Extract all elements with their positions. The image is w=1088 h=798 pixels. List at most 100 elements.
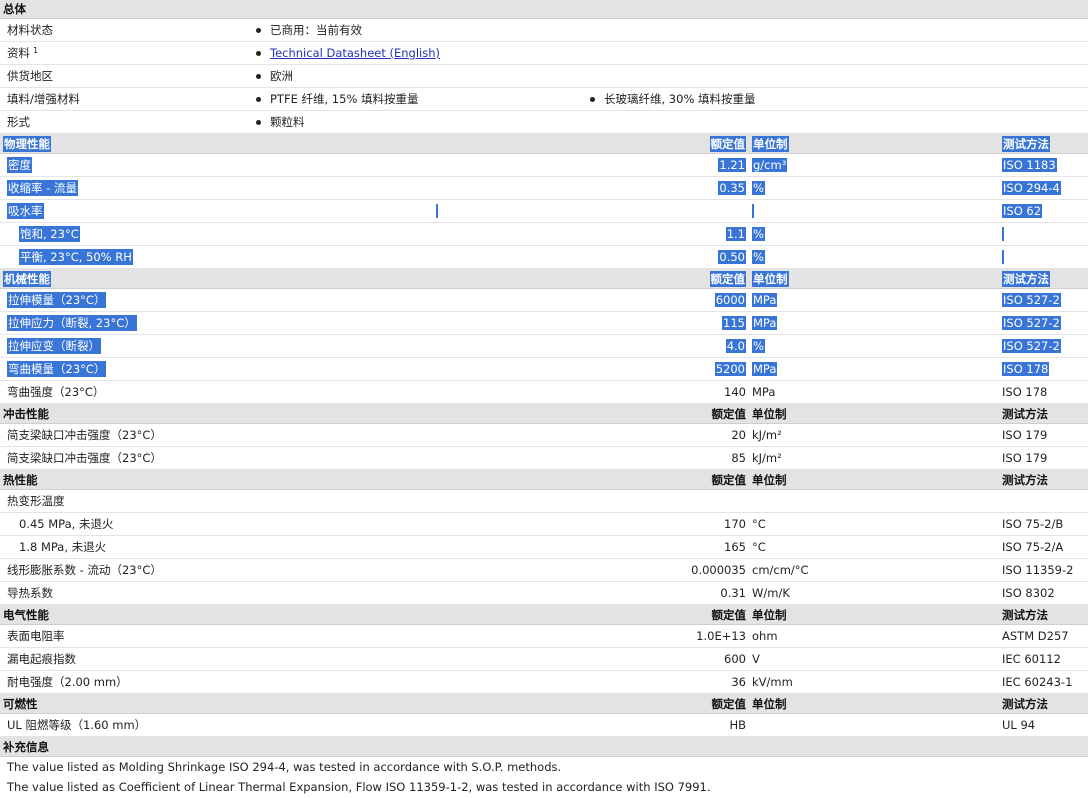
property-test-cell: ISO 527-2 xyxy=(1002,335,1061,357)
property-unit-cell: ohm xyxy=(752,625,778,647)
property-name-cell: 1.8 MPa, 未退火 xyxy=(19,536,106,558)
property-test: ISO 179 xyxy=(1002,451,1048,465)
test-header-cell: 测试方法 xyxy=(1002,134,1050,153)
general-label: 形式 xyxy=(7,111,30,133)
property-value: 0.50 xyxy=(718,250,746,264)
section-title-cell: 可燃性 xyxy=(3,694,38,713)
property-name: 平衡, 23°C, 50% RH xyxy=(19,249,133,265)
property-test: ISO 294-4 xyxy=(1002,181,1061,195)
property-value-cell: 85 xyxy=(731,447,746,469)
selection-marker xyxy=(1002,227,1004,241)
property-value-cell: 0.31 xyxy=(720,582,746,604)
property-test: ISO 8302 xyxy=(1002,586,1055,600)
section-header: 可燃性 额定值 单位制 测试方法 xyxy=(0,694,1088,714)
property-row: 弯曲强度（23°C） 140 MPa ISO 178 xyxy=(0,381,1088,404)
value-header-cell: 额定值 xyxy=(709,269,746,288)
property-row: 平衡, 23°C, 50% RH 0.50% xyxy=(0,246,1088,269)
property-value: 6000 xyxy=(714,293,746,307)
notes-list: The value listed as Molding Shrinkage IS… xyxy=(0,757,1088,797)
property-name-cell: 导热系数 xyxy=(7,582,53,604)
test-header: 测试方法 xyxy=(1002,135,1050,152)
section-title: 可燃性 xyxy=(3,696,38,711)
bullet-icon xyxy=(256,50,261,56)
general-header: 总体 xyxy=(0,0,1088,19)
datasheet-link[interactable]: Technical Datasheet (English) xyxy=(270,46,440,60)
property-value: HB xyxy=(729,718,746,732)
property-name: 耐电强度（2.00 mm） xyxy=(7,675,128,689)
property-test-cell: ISO 179 xyxy=(1002,447,1047,469)
general-label: 填料/增强材料 xyxy=(7,88,80,110)
property-name: 表面电阻率 xyxy=(7,629,65,643)
property-name-cell: 表面电阻率 xyxy=(7,625,65,647)
property-name: 简支梁缺口冲击强度（23°C） xyxy=(7,428,162,442)
section-title-cell: 物理性能 xyxy=(3,134,51,153)
bullet-icon xyxy=(256,73,261,79)
note-text: The value listed as Molding Shrinkage IS… xyxy=(7,760,562,774)
property-value: 5200 xyxy=(714,362,746,376)
property-name-cell: 简支梁缺口冲击强度（23°C） xyxy=(7,447,162,469)
unit-header-cell: 单位制 xyxy=(752,404,787,423)
property-row: 拉伸应力（断裂, 23°C） 115 MPa ISO 527-2 xyxy=(0,312,1088,335)
property-row: 饱和, 23°C 1.1% xyxy=(0,223,1088,246)
property-test: ISO 1183 xyxy=(1002,158,1057,172)
property-unit-cell: % xyxy=(752,223,765,245)
property-test-cell: UL 94 xyxy=(1002,714,1035,736)
general-rows: 材料状态 已商用：当前有效 资料 1 Technical Datasheet (Engl… xyxy=(0,19,1088,134)
property-unit-cell: kV/mm xyxy=(752,671,793,693)
property-name: UL 阻燃等级（1.60 mm） xyxy=(7,718,147,732)
property-unit-cell: kJ/m² xyxy=(752,424,782,446)
property-test: ISO 527-2 xyxy=(1002,293,1061,307)
property-value-cell: 115 xyxy=(722,312,746,334)
property-unit: % xyxy=(752,181,765,195)
property-row: 密度 1.21 g/cm³ ISO 1183 xyxy=(0,154,1088,177)
property-value-cell: 6000 xyxy=(714,289,746,311)
general-row: 材料状态 已商用：当前有效 xyxy=(0,19,1088,42)
unit-header-cell: 单位制 xyxy=(752,134,789,153)
property-unit-cell: °C xyxy=(752,513,766,535)
general-title: 总体 xyxy=(3,2,26,16)
property-test-cell: ISO 179 xyxy=(1002,424,1047,446)
property-unit: W/m/K xyxy=(752,586,790,600)
property-row: 热变形温度 xyxy=(0,490,1088,513)
property-test-cell: ISO 11359-2 xyxy=(1002,559,1073,581)
section-title: 物理性能 xyxy=(3,135,51,152)
property-test-cell xyxy=(1002,246,1004,268)
value-header-cell: 额定值 xyxy=(712,694,747,713)
property-unit-cell: g/cm³ xyxy=(752,154,788,176)
property-unit-cell: °C xyxy=(752,536,766,558)
property-name: 饱和, 23°C xyxy=(19,226,80,242)
property-name: 拉伸应变（断裂） xyxy=(7,338,101,354)
property-value: 1.0E+13 xyxy=(696,629,746,643)
unit-header: 单位制 xyxy=(752,472,787,487)
property-unit-cell: % xyxy=(752,177,765,199)
property-name-cell: 简支梁缺口冲击强度（23°C） xyxy=(7,424,162,446)
property-row: 1.8 MPa, 未退火 165 °C ISO 75-2/A xyxy=(0,536,1088,559)
property-test-cell: ISO 62 xyxy=(1002,200,1043,222)
section-title-cell: 机械性能 xyxy=(3,269,51,288)
property-test: IEC 60112 xyxy=(1002,652,1061,666)
property-row: 吸水率 ISO 62 xyxy=(0,200,1088,223)
property-value: 165 xyxy=(724,540,746,554)
property-value: 1.21 xyxy=(718,158,746,172)
property-test: ISO 178 xyxy=(1002,362,1050,376)
test-header: 测试方法 xyxy=(1002,696,1048,711)
section-header: 机械性能 额定值 单位制 测试方法 xyxy=(0,269,1088,289)
unit-header-cell: 单位制 xyxy=(752,269,789,288)
property-value: 140 xyxy=(724,385,746,399)
property-unit: kJ/m² xyxy=(752,428,782,442)
property-unit-cell: kJ/m² xyxy=(752,447,782,469)
property-value: 4.0 xyxy=(725,339,746,353)
test-header-cell: 测试方法 xyxy=(1002,404,1048,423)
section-title: 机械性能 xyxy=(3,270,51,287)
property-unit: °C xyxy=(752,517,766,531)
property-test-cell: ISO 527-2 xyxy=(1002,289,1061,311)
selection-marker-cell xyxy=(436,200,438,222)
section-title-cell: 热性能 xyxy=(3,470,38,489)
general-label-text: 形式 xyxy=(7,115,30,129)
section-title: 电气性能 xyxy=(3,607,49,622)
property-sections: 物理性能 额定值 单位制 测试方法 密度 1.21 g/cm³ ISO 1183 收缩率 - 流… xyxy=(0,134,1088,737)
general-value: 欧洲 xyxy=(253,65,293,87)
section-header: 冲击性能 额定值 单位制 测试方法 xyxy=(0,404,1088,424)
property-unit-cell: MPa xyxy=(752,381,775,403)
property-unit: kV/mm xyxy=(752,675,793,689)
